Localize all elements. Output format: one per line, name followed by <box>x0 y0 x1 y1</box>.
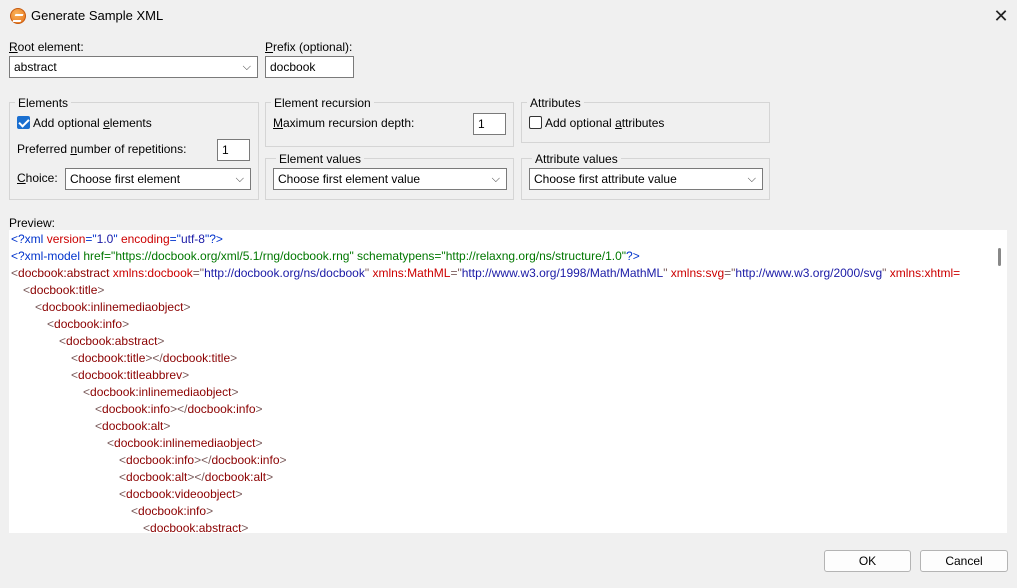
preview-scrollbar-thumb[interactable] <box>998 248 1001 266</box>
add-optional-elements-checkbox[interactable] <box>17 116 30 129</box>
xml-line: <docbook:info></docbook:info> <box>119 453 287 467</box>
elements-group-title: Elements <box>15 96 72 110</box>
xml-line: <docbook:abstract> <box>143 521 249 533</box>
xml-line: <docbook:info></docbook:info> <box>95 402 263 416</box>
ok-button[interactable]: OK <box>824 550 911 572</box>
xml-model-line: <?xml-model href="https://docbook.org/xm… <box>11 249 640 263</box>
root-element-label: Root element: <box>9 40 84 54</box>
xml-root-line: <docbook:abstract xmlns:docbook="http://… <box>11 266 961 280</box>
attribute-values-group-title: Attribute values <box>532 152 621 166</box>
xml-line: <docbook:title> <box>23 283 105 297</box>
close-icon[interactable]: ✕ <box>990 5 1012 27</box>
add-optional-attributes-checkbox[interactable] <box>529 116 542 129</box>
add-optional-elements-label[interactable]: Add optional elements <box>33 116 152 130</box>
recursion-depth-value: 1 <box>478 117 485 131</box>
preview-label: Preview: <box>9 216 56 230</box>
window-title: Generate Sample XML <box>31 8 164 23</box>
chevron-down-icon: ⌵ <box>235 173 244 185</box>
xml-line: <docbook:alt> <box>95 419 171 433</box>
prefix-input[interactable]: docbook <box>265 56 354 78</box>
xml-line: <docbook:inlinemediaobject> <box>35 300 191 314</box>
choice-value: Choose first element <box>70 172 181 186</box>
prefix-label: Prefix (optional): <box>265 40 353 54</box>
cancel-button[interactable]: Cancel <box>920 550 1008 572</box>
app-icon <box>10 8 26 24</box>
xml-line: <docbook:videoobject> <box>119 487 243 501</box>
repetitions-label: Preferred number of repetitions: <box>17 142 187 156</box>
chevron-down-icon: ⌵ <box>242 61 251 73</box>
xml-line: <docbook:info> <box>47 317 130 331</box>
choice-select[interactable]: Choose first element ⌵ <box>65 168 251 190</box>
root-element-label-rest: oot element: <box>17 40 84 54</box>
xml-attr-value: http://www.w3.org/1998/Math/MathML <box>461 266 664 280</box>
choice-label: Choice: <box>17 171 58 185</box>
attributes-group-title: Attributes <box>527 96 584 110</box>
xml-declaration: <?xml version="1.0" encoding="utf-8"?> <box>11 232 223 246</box>
xml-line: <docbook:titleabbrev> <box>71 368 190 382</box>
xml-line: <docbook:title></docbook:title> <box>71 351 238 365</box>
root-element-value: abstract <box>14 60 57 74</box>
chevron-down-icon: ⌵ <box>491 173 500 185</box>
xml-line: <docbook:inlinemediaobject> <box>107 436 263 450</box>
xml-line: <docbook:abstract> <box>59 334 165 348</box>
xml-attr-name: xmlns:svg <box>667 266 725 280</box>
prefix-value: docbook <box>270 60 316 74</box>
element-values-value: Choose first element value <box>278 172 421 186</box>
add-optional-attributes-label[interactable]: Add optional attributes <box>545 116 664 130</box>
recursion-depth-input[interactable]: 1 <box>473 113 506 135</box>
attribute-values-value: Choose first attribute value <box>534 172 677 186</box>
xml-line: <docbook:inlinemediaobject> <box>83 385 239 399</box>
xml-attr-value: http://www.w3.org/2000/svg <box>735 266 883 280</box>
xml-attr-name: xmlns:MathML <box>369 266 451 280</box>
repetitions-input[interactable]: 1 <box>217 139 250 161</box>
xml-tag-name: docbook:abstract <box>18 266 110 280</box>
xml-attr-name: xmlns:docbook <box>109 266 193 280</box>
element-recursion-group-title: Element recursion <box>271 96 374 110</box>
chevron-down-icon: ⌵ <box>747 173 756 185</box>
xml-line: <docbook:alt></docbook:alt> <box>119 470 274 484</box>
recursion-depth-label: Maximum recursion depth: <box>273 116 415 130</box>
preview-scrollbar[interactable] <box>993 230 1007 533</box>
preview-pane[interactable]: <?xml version="1.0" encoding="utf-8"?> <… <box>9 230 1007 533</box>
xml-attr-name: xmlns:xhtml= <box>886 266 961 280</box>
element-values-group-title: Element values <box>276 152 365 166</box>
xml-attr-value: http://docbook.org/ns/docbook <box>204 266 365 280</box>
repetitions-value: 1 <box>222 143 229 157</box>
root-element-select[interactable]: abstract ⌵ <box>9 56 258 78</box>
element-values-select[interactable]: Choose first element value ⌵ <box>273 168 507 190</box>
attribute-values-select[interactable]: Choose first attribute value ⌵ <box>529 168 763 190</box>
xml-line: <docbook:info> <box>131 504 214 518</box>
